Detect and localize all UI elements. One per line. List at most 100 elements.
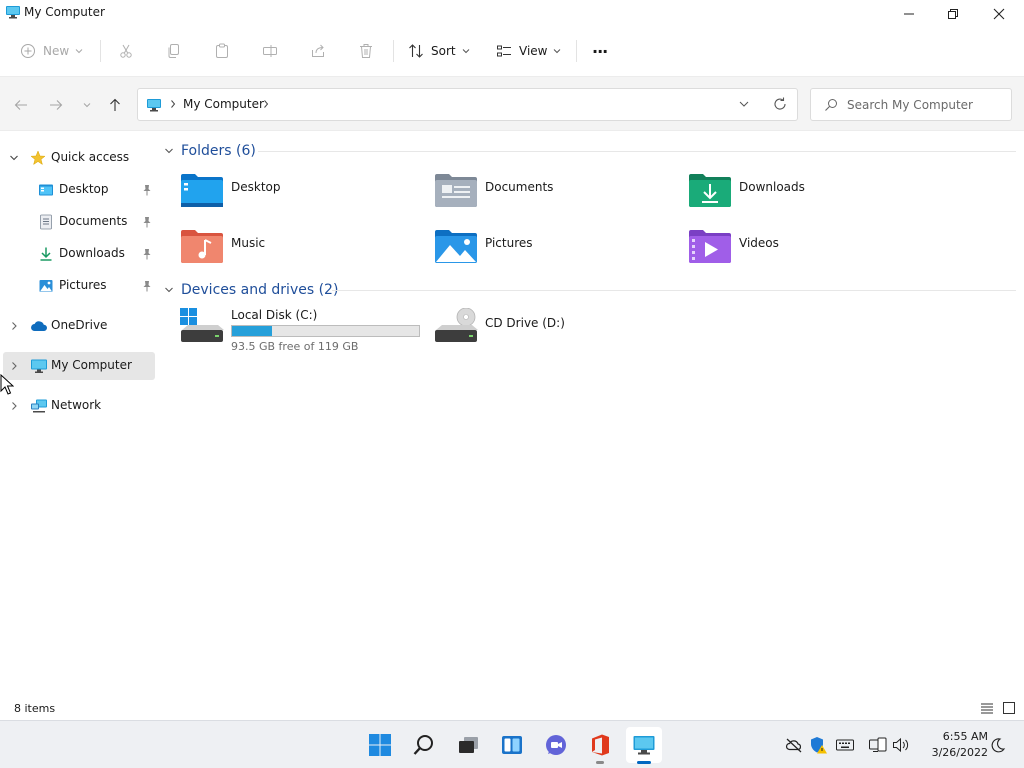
folder-name: Downloads: [739, 180, 805, 194]
security-warning-icon[interactable]: [809, 736, 827, 754]
details-view-button[interactable]: [979, 700, 995, 716]
cd-drive-icon: [435, 308, 478, 342]
drive-usage-bar: [231, 325, 420, 337]
my-computer-taskbar-button[interactable]: [626, 727, 662, 764]
folder-tile-pictures[interactable]: Pictures: [434, 228, 674, 272]
sidebar-item-label: Documents: [59, 214, 128, 228]
sidebar-item-label: OneDrive: [51, 318, 108, 332]
folder-tile-downloads[interactable]: Downloads: [688, 172, 928, 216]
sort-label: Sort: [431, 44, 456, 58]
widgets-icon: [502, 736, 522, 754]
clock[interactable]: 6:55 AM 3/26/2022: [916, 729, 988, 761]
search-icon: [413, 735, 433, 755]
folder-tile-documents[interactable]: Documents: [434, 172, 674, 216]
delete-button[interactable]: [358, 38, 374, 64]
view-icon: [497, 45, 511, 57]
up-button[interactable]: [104, 95, 126, 115]
chevron-right-icon[interactable]: [169, 98, 177, 110]
command-bar: New Sort View ···: [0, 26, 1024, 76]
sort-icon: [409, 44, 423, 58]
widgets-button[interactable]: [494, 727, 530, 763]
drive-free-space: 93.5 GB free of 119 GB: [231, 340, 359, 353]
group-header-drives[interactable]: Devices and drives (2): [164, 279, 338, 301]
sidebar-item-label: Desktop: [59, 182, 109, 196]
chevron-down-icon: [75, 49, 83, 54]
sidebar-item-my-computer[interactable]: My Computer: [3, 352, 155, 380]
details-view-icon: [981, 703, 993, 714]
sidebar-item-desktop[interactable]: Desktop: [3, 176, 155, 204]
volume-icon[interactable]: [892, 736, 910, 754]
share-button[interactable]: [310, 38, 326, 64]
restore-icon: [948, 9, 958, 19]
start-button[interactable]: [362, 727, 398, 763]
group-header-folders[interactable]: Folders (6): [164, 140, 256, 162]
cut-button[interactable]: [118, 38, 134, 64]
separator: [100, 40, 101, 62]
folder-tile-videos[interactable]: Videos: [688, 228, 928, 272]
copy-button[interactable]: [166, 38, 182, 64]
forward-button[interactable]: [45, 95, 67, 115]
sidebar-item-network[interactable]: Network: [3, 392, 155, 420]
sidebar-item-onedrive[interactable]: OneDrive: [3, 312, 155, 340]
chevron-right-icon[interactable]: [9, 401, 19, 411]
folder-name: Desktop: [231, 180, 281, 194]
task-view-button[interactable]: [450, 727, 486, 763]
back-button[interactable]: [10, 95, 32, 115]
large-icons-view-button[interactable]: [1001, 700, 1017, 716]
search-box[interactable]: [810, 88, 1012, 121]
office-button[interactable]: [582, 727, 618, 764]
divider: [332, 290, 1016, 291]
minimize-icon: [904, 13, 914, 15]
breadcrumb-my-computer[interactable]: My Computer: [183, 97, 264, 111]
sidebar-item-documents[interactable]: Documents: [3, 208, 155, 236]
sidebar-item-label: Downloads: [59, 246, 125, 260]
folder-tile-desktop[interactable]: Desktop: [180, 172, 420, 216]
title-bar: My Computer: [0, 0, 1024, 26]
running-indicator: [596, 761, 604, 764]
minimize-button[interactable]: [886, 0, 932, 28]
clock-time: 6:55 AM: [942, 730, 988, 743]
recent-locations-button[interactable]: [76, 95, 98, 115]
close-button[interactable]: [976, 0, 1022, 28]
chevron-right-icon[interactable]: [9, 321, 19, 331]
more-options-button[interactable]: ···: [592, 38, 608, 64]
restore-button[interactable]: [930, 0, 976, 28]
address-history-icon[interactable]: [738, 98, 750, 110]
onedrive-tray-icon[interactable]: [785, 736, 803, 754]
sort-button[interactable]: Sort: [408, 38, 470, 64]
paste-button[interactable]: [214, 38, 230, 64]
view-label: View: [519, 44, 548, 58]
drive-name: Local Disk (C:): [231, 308, 318, 322]
sidebar-item-label: Pictures: [59, 278, 107, 292]
separator: [576, 40, 577, 62]
chat-button[interactable]: [538, 727, 574, 763]
sidebar-item-pictures[interactable]: Pictures: [3, 272, 155, 300]
downloads-folder-icon: [689, 174, 731, 207]
chevron-down-icon: [83, 103, 91, 108]
keyboard-icon[interactable]: [836, 736, 854, 754]
chevron-down-icon: [462, 49, 469, 54]
chevron-right-icon[interactable]: [262, 98, 270, 110]
network-icon: [31, 399, 47, 413]
task-view-icon: [459, 737, 478, 753]
search-input[interactable]: [847, 95, 1007, 115]
pin-icon: [143, 249, 151, 260]
arrow-up-icon: [110, 98, 120, 111]
refresh-icon[interactable]: [772, 96, 788, 112]
focus-assist-icon[interactable]: [989, 736, 1007, 754]
search-button[interactable]: [406, 727, 442, 763]
mouse-cursor-icon: [0, 374, 14, 395]
address-bar[interactable]: My Computer: [137, 88, 798, 121]
chevron-right-icon[interactable]: [9, 361, 19, 371]
drive-tile-c[interactable]: Local Disk (C:) 93.5 GB free of 119 GB: [180, 308, 442, 356]
sidebar-item-quick-access[interactable]: Quick access: [3, 144, 155, 172]
folder-tile-music[interactable]: Music: [180, 228, 420, 272]
view-button[interactable]: View: [496, 38, 561, 64]
sidebar-item-downloads[interactable]: Downloads: [3, 240, 155, 268]
divider: [258, 151, 1016, 152]
new-button[interactable]: New: [20, 38, 83, 64]
chevron-down-icon[interactable]: [9, 153, 19, 163]
drive-tile-d[interactable]: CD Drive (D:): [434, 308, 674, 356]
rename-button[interactable]: [262, 38, 278, 64]
network-tray-icon[interactable]: [869, 736, 887, 754]
